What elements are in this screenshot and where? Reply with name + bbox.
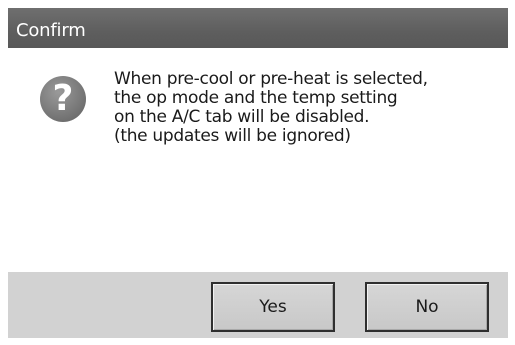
message-line: the op mode and the temp setting — [114, 88, 398, 108]
dialog-footer: Yes No — [8, 272, 508, 338]
dialog-message: When pre-cool or pre-heat is selected, t… — [114, 70, 494, 146]
dialog-title: Confirm — [16, 20, 86, 41]
dialog-titlebar: Confirm — [8, 8, 508, 48]
yes-button[interactable]: Yes — [211, 282, 335, 332]
question-icon: ? — [40, 76, 86, 122]
confirm-dialog: Confirm ? When pre-cool or pre-heat is s… — [8, 8, 508, 338]
no-button[interactable]: No — [365, 282, 489, 332]
dialog-body: ? When pre-cool or pre-heat is selected,… — [8, 48, 508, 272]
message-line: When pre-cool or pre-heat is selected, — [114, 69, 428, 89]
message-line: on the A/C tab will be disabled. — [114, 107, 370, 127]
message-line: (the updates will be ignored) — [114, 126, 351, 146]
